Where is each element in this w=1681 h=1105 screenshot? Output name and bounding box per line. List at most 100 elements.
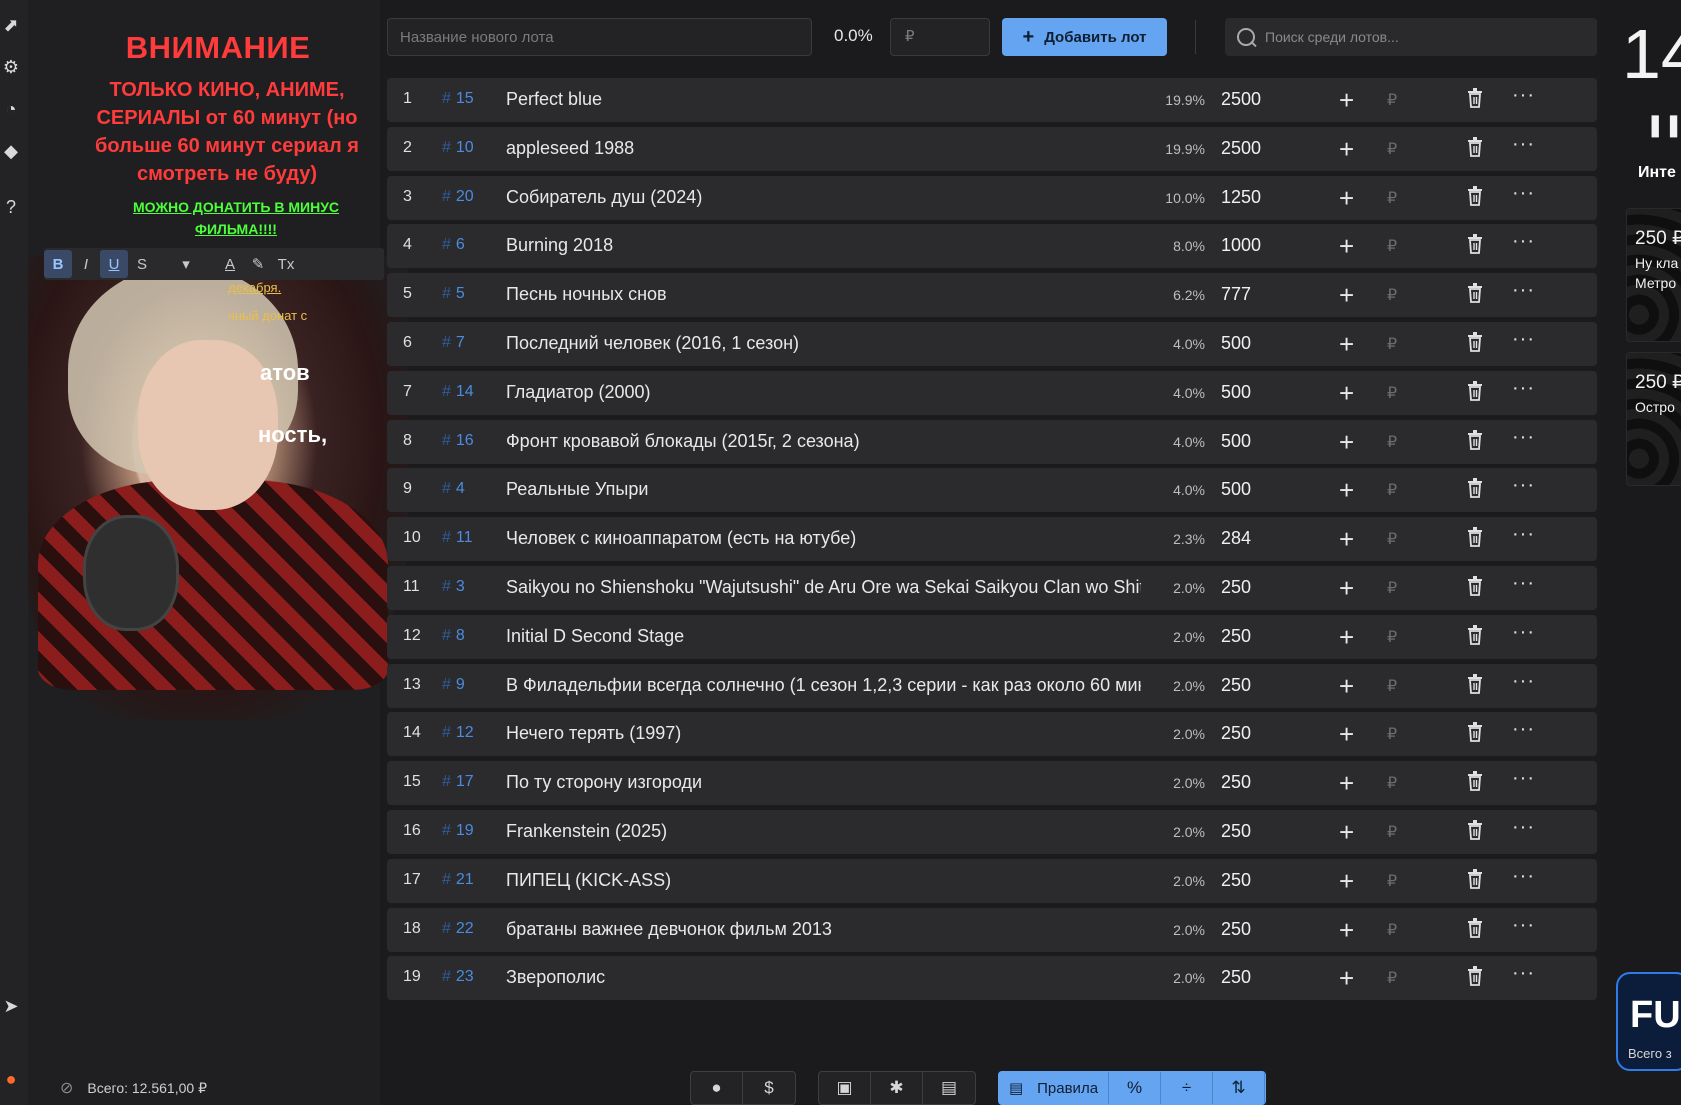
trash-icon[interactable] <box>1467 283 1483 304</box>
lot-row[interactable]: 11 #3 Saikyou no Shienshoku "Wajutsushi" d… <box>387 566 1597 610</box>
trash-icon[interactable] <box>1467 673 1483 694</box>
lot-id[interactable]: #15 <box>442 90 474 108</box>
plus-icon[interactable]: + <box>1339 280 1354 311</box>
lot-row[interactable]: 15 #17 По ту сторону изгороди 2.0% 250 + ₽ ··· <box>387 761 1597 806</box>
highlight-icon[interactable]: ✎ <box>244 250 272 278</box>
lot-id[interactable]: #22 <box>442 920 474 938</box>
plus-icon[interactable]: + <box>1339 622 1354 653</box>
size-select-icon[interactable]: ▾ <box>156 250 216 278</box>
plus-icon[interactable]: + <box>1339 134 1354 165</box>
pin-icon[interactable]: ⬈ <box>0 14 22 36</box>
italic-icon[interactable]: I <box>72 250 100 278</box>
lot-row[interactable]: 16 #19 Frankenstein (2025) 2.0% 250 + ₽ ··· <box>387 810 1597 854</box>
lot-name[interactable]: Зверополис <box>506 967 1141 988</box>
search-input[interactable]: Поиск среди лотов... <box>1225 18 1597 56</box>
clear-format-icon[interactable]: Tx <box>272 250 300 278</box>
lot-row[interactable]: 10 #11 Человек с киноаппаратом (есть на ют… <box>387 517 1597 562</box>
ruble-icon[interactable]: ₽ <box>1387 676 1397 696</box>
lot-id[interactable]: #17 <box>442 773 474 791</box>
more-icon[interactable]: ··· <box>1512 523 1535 546</box>
plus-icon[interactable]: + <box>1339 475 1354 506</box>
lot-name[interactable]: Человек с киноаппаратом (есть на ютубе) <box>506 528 1141 549</box>
lot-amount[interactable]: 2500 <box>1221 89 1261 110</box>
lot-name[interactable]: Собиратель душ (2024) <box>506 187 1141 208</box>
trash-icon[interactable] <box>1467 234 1483 255</box>
more-icon[interactable]: ··· <box>1512 962 1535 985</box>
lot-amount[interactable]: 500 <box>1221 382 1251 403</box>
lot-id[interactable]: #14 <box>442 383 474 401</box>
plus-icon[interactable]: + <box>1339 671 1354 702</box>
lot-row[interactable]: 2 #10 appleseed 1988 19.9% 2500 + ₽ ··· <box>387 126 1597 171</box>
split-icon[interactable]: ÷ <box>1161 1072 1213 1104</box>
more-icon[interactable]: ··· <box>1512 426 1535 449</box>
trash-icon[interactable] <box>1467 88 1483 108</box>
lot-name[interactable]: Initial D Second Stage <box>506 626 1141 647</box>
plus-icon[interactable]: + <box>1339 768 1354 799</box>
plus-icon[interactable]: + <box>1339 524 1354 555</box>
lot-row[interactable]: 9 #4 Реальные Упыри 4.0% 500 + ₽ ··· <box>387 468 1597 513</box>
lot-row[interactable]: 13 #9 В Филадельфии всегда солнечно (1 сез… <box>387 663 1597 708</box>
strike-icon[interactable]: S <box>128 250 156 278</box>
bug-icon[interactable]: ✱ <box>871 1072 923 1104</box>
more-icon[interactable]: ··· <box>1512 279 1535 302</box>
lot-name[interactable]: Последний человек (2016, 1 сезон) <box>506 333 1141 354</box>
more-icon[interactable]: ··· <box>1512 377 1535 400</box>
more-icon[interactable]: ··· <box>1512 621 1535 644</box>
lot-id[interactable]: #7 <box>442 334 465 352</box>
plus-icon[interactable]: + <box>1339 427 1354 458</box>
lot-name[interactable]: Реальные Упыри <box>506 479 1141 500</box>
trash-icon[interactable] <box>1467 624 1483 645</box>
eye-off-icon[interactable]: ⊘ <box>60 1078 73 1098</box>
delete-all-icon[interactable]: ▤ <box>923 1072 975 1104</box>
lot-row[interactable]: 7 #14 Гладиатор (2000) 4.0% 500 + ₽ ··· <box>387 370 1597 415</box>
lot-amount[interactable]: 777 <box>1221 284 1251 305</box>
underline-icon[interactable]: U <box>100 250 128 278</box>
lot-name[interactable]: В Филадельфии всегда солнечно (1 сезон 1… <box>506 675 1141 696</box>
trash-icon[interactable] <box>1467 966 1483 987</box>
lot-id[interactable]: #9 <box>442 676 465 694</box>
ruble-icon[interactable]: ₽ <box>1387 90 1397 110</box>
trash-icon[interactable] <box>1467 820 1483 840</box>
lot-id[interactable]: #5 <box>442 285 465 303</box>
text-color-icon[interactable]: A <box>216 250 244 278</box>
lot-name[interactable]: Perfect blue <box>506 89 1141 110</box>
lot-amount[interactable]: 500 <box>1221 333 1251 354</box>
help-icon[interactable]: ? <box>0 196 22 218</box>
lot-id[interactable]: #19 <box>442 822 474 840</box>
trash-icon[interactable] <box>1467 527 1483 548</box>
trash-icon[interactable] <box>1467 380 1483 401</box>
plus-icon[interactable]: + <box>1339 85 1354 116</box>
ruble-icon[interactable]: ₽ <box>1387 578 1397 598</box>
ruble-icon[interactable]: ₽ <box>1387 432 1397 452</box>
lot-amount[interactable]: 500 <box>1221 431 1251 452</box>
lot-id[interactable]: #3 <box>442 578 465 596</box>
lot-id[interactable]: #12 <box>442 724 474 742</box>
sort-icon[interactable]: ⇅ <box>1213 1072 1265 1104</box>
lot-id[interactable]: #10 <box>442 139 474 157</box>
lot-amount[interactable]: 284 <box>1221 528 1251 549</box>
lot-amount[interactable]: 250 <box>1221 821 1251 842</box>
lot-amount[interactable]: 250 <box>1221 772 1251 793</box>
lot-name[interactable]: Frankenstein (2025) <box>506 821 1141 842</box>
trash-icon[interactable] <box>1467 429 1483 450</box>
telegram-icon[interactable]: ➤ <box>0 995 22 1017</box>
lot-amount[interactable]: 2500 <box>1221 138 1261 159</box>
ruble-icon[interactable]: ₽ <box>1387 383 1397 403</box>
github-icon[interactable]: ● <box>691 1072 743 1104</box>
trash-icon[interactable] <box>1467 771 1483 792</box>
lot-amount[interactable]: 250 <box>1221 626 1251 647</box>
more-icon[interactable]: ··· <box>1512 767 1535 790</box>
gear-icon[interactable]: ⚙ <box>0 56 22 78</box>
more-icon[interactable]: ··· <box>1512 182 1535 205</box>
trash-icon[interactable] <box>1467 185 1483 206</box>
ruble-icon[interactable]: ₽ <box>1387 822 1397 842</box>
trash-icon[interactable] <box>1467 136 1483 157</box>
lot-name[interactable]: Фронт кровавой блокады (2015г, 2 сезона) <box>506 431 1141 452</box>
lot-row[interactable]: 6 #7 Последний человек (2016, 1 сезон) 4.0%… <box>387 322 1597 366</box>
lot-id[interactable]: #11 <box>442 529 473 547</box>
trash-icon[interactable] <box>1467 868 1483 889</box>
layers-icon[interactable]: ◆ <box>0 140 22 162</box>
ruble-icon[interactable]: ₽ <box>1387 334 1397 354</box>
more-icon[interactable]: ··· <box>1512 914 1535 937</box>
lot-row[interactable]: 18 #22 братаны важнее девчонок фильм 2013 2… <box>387 907 1597 952</box>
